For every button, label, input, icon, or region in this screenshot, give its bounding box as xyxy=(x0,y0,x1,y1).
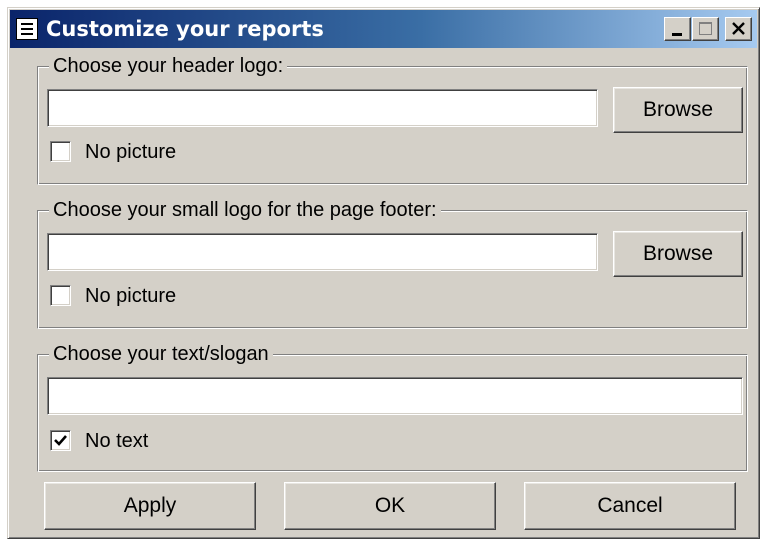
header-logo-legend: Choose your header logo: xyxy=(49,54,288,78)
header-no-picture-checkbox[interactable] xyxy=(50,141,71,162)
slogan-text-input[interactable] xyxy=(47,377,743,415)
slogan-legend: Choose your text/slogan xyxy=(49,342,273,366)
footer-logo-browse-button[interactable]: Browse xyxy=(613,231,743,277)
close-icon xyxy=(732,22,745,35)
footer-no-picture-checkbox[interactable] xyxy=(50,285,71,306)
close-button[interactable] xyxy=(725,17,752,41)
window-title: Customize your reports xyxy=(46,17,324,41)
maximize-icon xyxy=(699,22,712,35)
maximize-button[interactable] xyxy=(692,17,719,41)
footer-logo-legend: Choose your small logo for the page foot… xyxy=(49,198,441,222)
minimize-icon xyxy=(672,33,682,36)
header-logo-group: Choose your header logo: Browse No pictu… xyxy=(37,54,748,185)
footer-logo-path-input[interactable] xyxy=(47,233,598,271)
no-text-checkbox[interactable] xyxy=(50,430,71,451)
checkmark-icon xyxy=(54,435,67,446)
cancel-button[interactable]: Cancel xyxy=(524,482,736,530)
ok-button[interactable]: OK xyxy=(284,482,496,530)
minimize-button[interactable] xyxy=(664,17,691,41)
no-text-label[interactable]: No text xyxy=(85,429,148,453)
header-no-picture-label[interactable]: No picture xyxy=(85,140,176,164)
apply-button[interactable]: Apply xyxy=(44,482,256,530)
header-logo-path-input[interactable] xyxy=(47,89,598,127)
report-icon[interactable] xyxy=(16,18,38,40)
footer-logo-group: Choose your small logo for the page foot… xyxy=(37,198,748,329)
header-logo-browse-button[interactable]: Browse xyxy=(613,87,743,133)
dialog-window: Customize your reports Choose your heade… xyxy=(7,7,760,539)
title-bar[interactable]: Customize your reports xyxy=(10,10,757,48)
slogan-group: Choose your text/slogan No text xyxy=(37,342,748,472)
footer-no-picture-label[interactable]: No picture xyxy=(85,284,176,308)
